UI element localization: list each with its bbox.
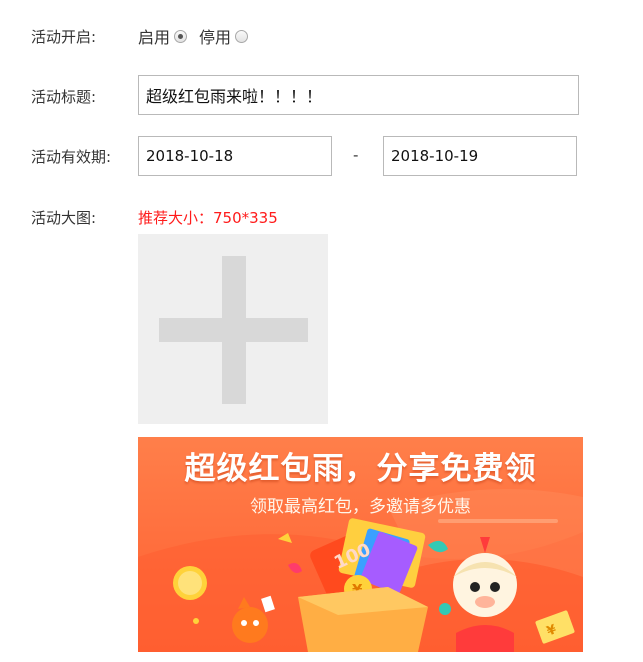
enable-option[interactable]: 启用 [138, 24, 188, 48]
start-date-input[interactable] [138, 136, 332, 176]
image-label: 活动大图: [31, 209, 97, 227]
enable-label: 活动开启: [31, 28, 97, 46]
date-separator: - [353, 146, 359, 164]
plus-icon-bar [159, 318, 308, 342]
banner-preview-image: 100 ¥ ¥ 超级红包雨，分享免费领 领取最高红包，多邀请多优惠 [138, 437, 583, 652]
disable-radio[interactable] [235, 29, 249, 43]
disable-option[interactable]: 停用 [199, 24, 249, 48]
enable-radio[interactable] [174, 29, 188, 43]
title-input[interactable] [138, 75, 579, 115]
period-label: 活动有效期: [31, 148, 112, 166]
title-label: 活动标题: [31, 88, 97, 106]
banner-title: 超级红包雨，分享免费领 [184, 451, 537, 487]
enable-radio-group: 启用 停用 [138, 24, 249, 48]
end-date-input[interactable] [383, 136, 577, 176]
enable-option-label: 启用 [138, 28, 171, 47]
image-upload-button[interactable] [138, 234, 328, 424]
image-size-hint: 推荐大小：750*335 [138, 209, 278, 227]
disable-option-label: 停用 [199, 28, 232, 47]
banner-subtitle: 领取最高红包，多邀请多优惠 [250, 497, 471, 517]
